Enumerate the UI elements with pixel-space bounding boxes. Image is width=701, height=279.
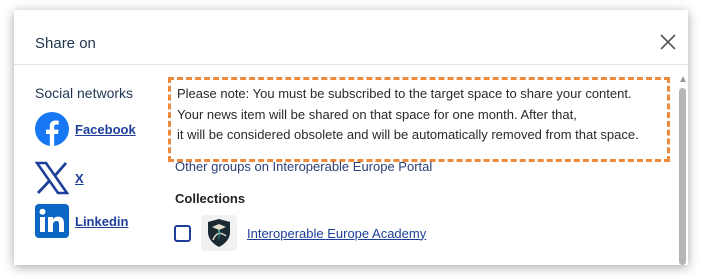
x-icon[interactable] — [34, 161, 70, 195]
collections-heading: Collections — [175, 191, 246, 206]
scrollbar[interactable] — [678, 76, 688, 265]
linkedin-icon[interactable] — [35, 204, 69, 238]
x-link[interactable]: X — [75, 171, 84, 186]
other-groups-link[interactable]: Other groups on Interoperable Europe Por… — [175, 159, 432, 174]
collection-item[interactable]: Interoperable Europe Academy — [174, 215, 426, 251]
collection-checkbox[interactable] — [174, 224, 191, 242]
notice-line: it will be considered obsolete and will … — [177, 127, 639, 142]
notice-line: Please note: You must be subscribed to t… — [177, 86, 632, 101]
facebook-icon[interactable] — [35, 112, 69, 146]
collection-link[interactable]: Interoperable Europe Academy — [247, 226, 426, 241]
share-x[interactable]: X — [34, 161, 84, 195]
academy-shield-icon — [201, 215, 237, 251]
linkedin-link[interactable]: Linkedin — [75, 214, 128, 229]
scrollbar-thumb[interactable] — [679, 88, 686, 265]
facebook-link[interactable]: Facebook — [75, 122, 136, 137]
share-linkedin[interactable]: Linkedin — [35, 204, 128, 238]
share-facebook[interactable]: Facebook — [35, 112, 136, 146]
subscription-notice: Please note: You must be subscribed to t… — [168, 77, 670, 162]
close-icon[interactable] — [658, 32, 678, 52]
share-dialog: Share on Social networks Facebook X Link… — [14, 10, 688, 265]
social-networks-title: Social networks — [35, 85, 134, 101]
dialog-header: Share on — [14, 10, 688, 65]
notice-line: Your news item will be shared on that sp… — [177, 106, 577, 122]
scroll-up-arrow-icon[interactable] — [680, 76, 686, 82]
dialog-title: Share on — [35, 35, 96, 52]
